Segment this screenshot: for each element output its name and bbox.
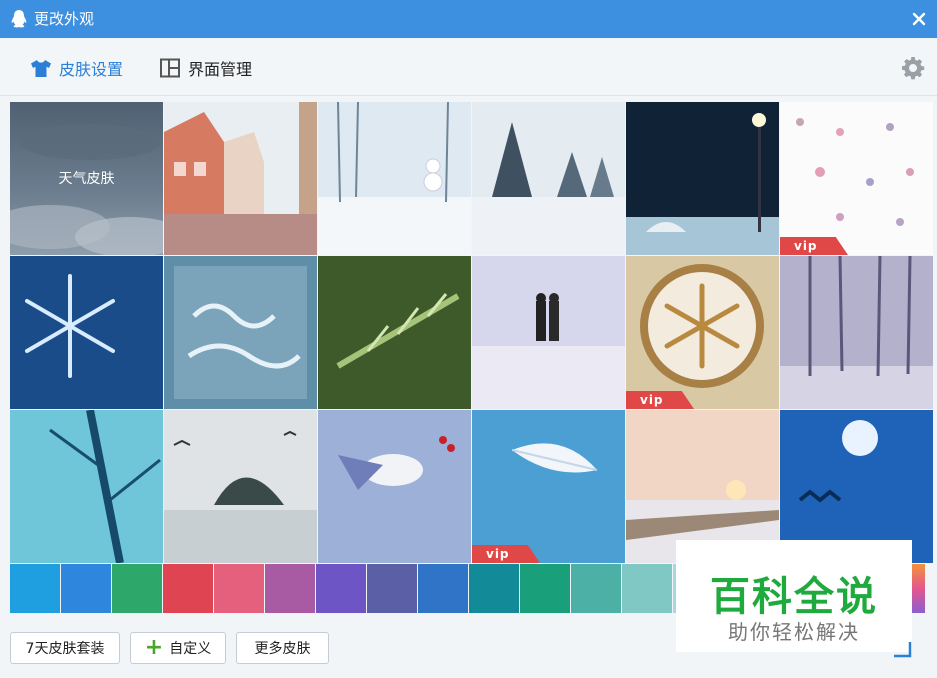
pine-branch-thumbnail	[318, 256, 471, 409]
icy-branch-thumbnail	[10, 410, 163, 563]
layout-icon	[160, 58, 180, 78]
tab-skin-settings-label: 皮肤设置	[59, 60, 124, 79]
color-swatch[interactable]	[469, 564, 519, 613]
skin-grid: 天气皮肤 vip vip vip	[10, 102, 934, 564]
plus-icon: +	[144, 635, 164, 660]
color-swatch[interactable]	[367, 564, 417, 613]
skin-tile[interactable]	[318, 410, 471, 563]
tab-layout-management[interactable]: 界面管理	[159, 56, 252, 80]
skin-tile[interactable]	[164, 102, 317, 255]
skin-tile[interactable]: vip	[472, 410, 625, 563]
color-swatch[interactable]	[112, 564, 162, 613]
more-skins-button[interactable]: 更多皮肤	[236, 632, 329, 664]
tab-bar: 皮肤设置 界面管理	[0, 38, 937, 96]
frosted-christmas-thumbnail	[164, 256, 317, 409]
title-bar: 更改外观	[0, 0, 937, 38]
close-button[interactable]	[909, 9, 929, 29]
color-swatch[interactable]	[418, 564, 468, 613]
skin-tile[interactable]	[318, 102, 471, 255]
color-swatch[interactable]	[61, 564, 111, 613]
window-title: 更改外观	[34, 10, 95, 28]
watermark-title: 百科全说	[710, 574, 878, 620]
skin-tile[interactable]	[10, 410, 163, 563]
night-lamp-thumbnail	[626, 102, 779, 255]
color-swatch[interactable]	[163, 564, 213, 613]
color-swatch[interactable]	[10, 564, 60, 613]
tshirt-icon	[31, 60, 51, 77]
skin-tile[interactable]: vip	[780, 102, 933, 255]
skin-tile[interactable]	[164, 410, 317, 563]
skin-tile-weather[interactable]: 天气皮肤	[10, 102, 163, 255]
skin-tile[interactable]	[626, 102, 779, 255]
skin-tile[interactable]: vip	[626, 256, 779, 409]
resize-handle-icon[interactable]	[892, 640, 912, 658]
snowman-thumbnail	[318, 102, 471, 255]
color-swatch[interactable]	[214, 564, 264, 613]
lake-shore-thumbnail	[164, 410, 317, 563]
tab-skin-settings[interactable]: 皮肤设置	[30, 56, 123, 80]
bird-berries-thumbnail	[318, 410, 471, 563]
watermark-subtitle: 助你轻松解决	[728, 620, 860, 644]
town-street-thumbnail	[164, 102, 317, 255]
flower-pattern-thumbnail	[780, 102, 933, 255]
custom-button[interactable]: + 自定义	[130, 632, 226, 664]
color-swatch[interactable]	[316, 564, 366, 613]
gear-icon[interactable]	[901, 56, 925, 80]
misty-trees-thumbnail	[780, 256, 933, 409]
winter-couple-thumbnail	[472, 256, 625, 409]
skin-tile-label: 天气皮肤	[58, 171, 115, 187]
feather-thumbnail	[472, 410, 625, 563]
custom-button-label: 自定义	[169, 641, 212, 657]
skin-tile[interactable]	[472, 102, 625, 255]
close-icon	[912, 12, 926, 26]
skin-tile[interactable]	[472, 256, 625, 409]
color-swatch[interactable]	[622, 564, 672, 613]
skin-tile[interactable]	[164, 256, 317, 409]
skin-tile[interactable]	[10, 256, 163, 409]
watermark-overlay: 百科全说 助你轻松解决	[676, 540, 912, 652]
snowflake-thumbnail	[10, 256, 163, 409]
snowy-forest-thumbnail	[472, 102, 625, 255]
penguin-icon	[11, 10, 27, 28]
color-swatch[interactable]	[265, 564, 315, 613]
latte-art-thumbnail	[626, 256, 779, 409]
color-swatch[interactable]	[520, 564, 570, 613]
color-swatch[interactable]	[571, 564, 621, 613]
tab-layout-management-label: 界面管理	[188, 60, 253, 79]
skin-tile[interactable]	[780, 256, 933, 409]
skin-tile[interactable]	[318, 256, 471, 409]
seven-day-skin-pack-button[interactable]: 7天皮肤套装	[10, 632, 120, 664]
